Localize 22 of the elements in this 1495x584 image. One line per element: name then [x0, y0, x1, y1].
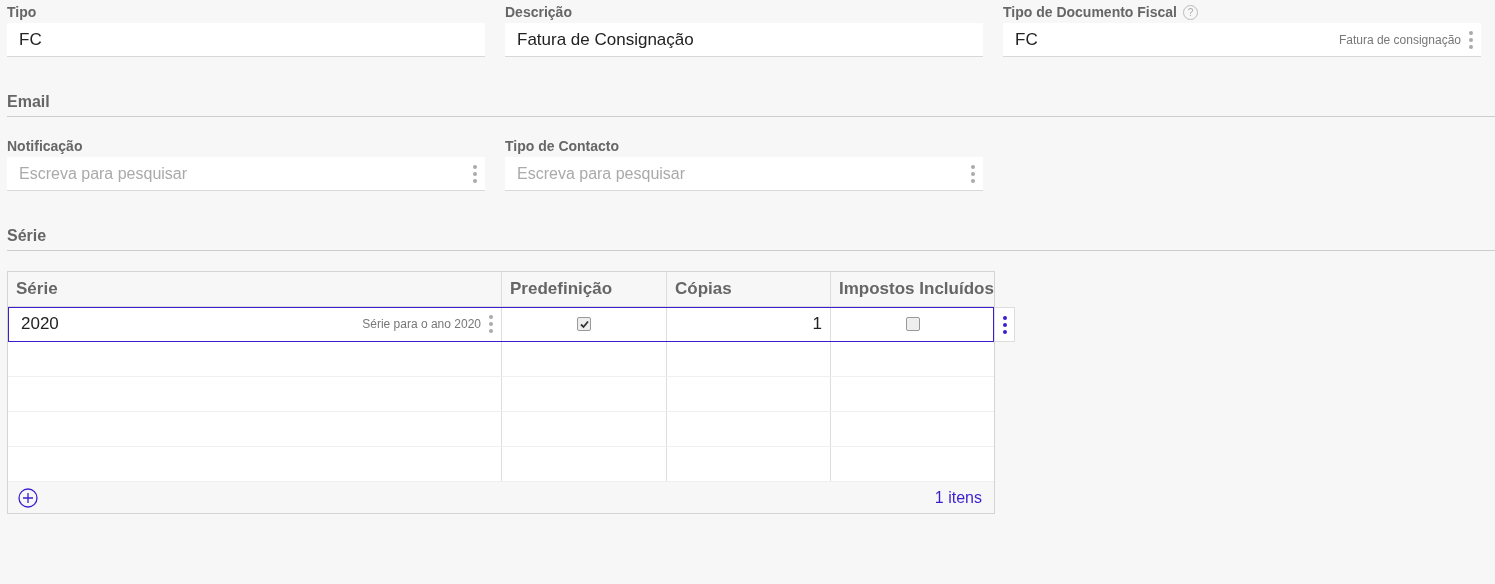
field-label: Notificação [7, 138, 83, 154]
field-label: Descrição [505, 4, 572, 20]
more-icon[interactable] [1002, 314, 1007, 335]
input-field[interactable]: FC [7, 23, 485, 57]
checkbox[interactable] [905, 317, 920, 331]
section-title: Série [7, 225, 1495, 251]
lookup-field[interactable]: FC Fatura de consignação [1003, 23, 1481, 57]
checkbox[interactable] [577, 317, 591, 331]
column-header[interactable]: Série [8, 272, 501, 306]
row-menu-button[interactable] [994, 307, 1015, 342]
field-label: Tipo [7, 4, 37, 20]
column-header[interactable]: Cópias [666, 272, 830, 306]
table-row[interactable]: 2020 Série para o ano 2020 1 [8, 307, 994, 342]
table-cell: 1 [666, 307, 830, 341]
column-header[interactable]: Impostos Incluídos [830, 272, 1002, 306]
item-count: 1 itens [934, 488, 982, 507]
field-label: Tipo de Documento Fiscal [1003, 4, 1177, 20]
column-header[interactable]: Predefinição [501, 272, 666, 306]
section-title: Email [7, 91, 1495, 117]
field-label: Tipo de Contacto [505, 138, 620, 154]
add-icon[interactable] [18, 487, 38, 508]
input-field[interactable]: Fatura de Consignação [505, 23, 983, 57]
